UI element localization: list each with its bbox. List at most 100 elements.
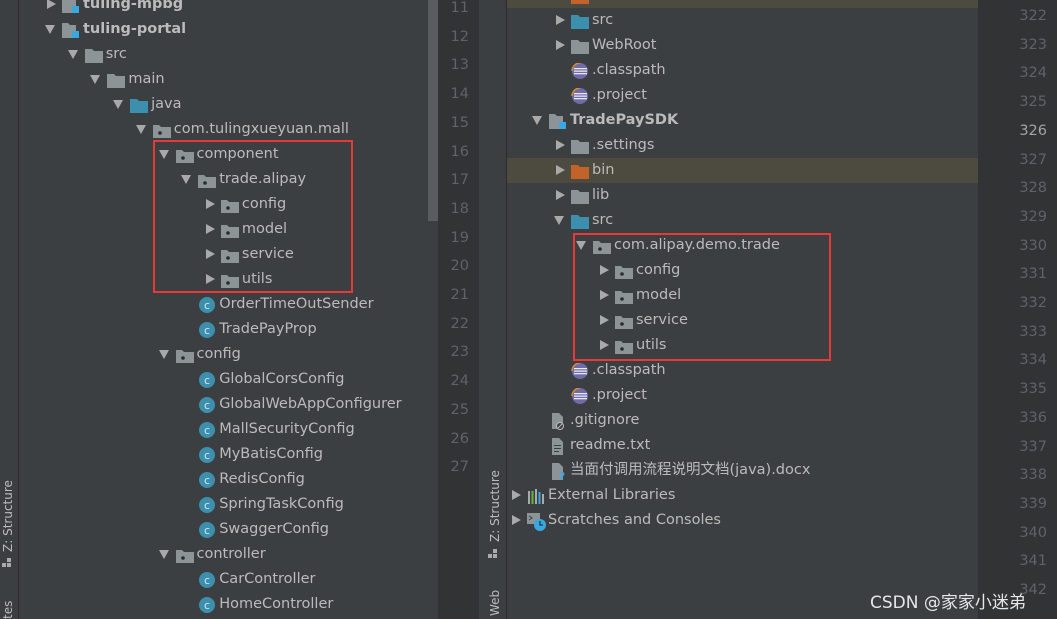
tree-node[interactable]: c SpringTaskConfig	[19, 492, 428, 517]
tree-node-label: SpringTaskConfig	[219, 496, 344, 512]
tree-node[interactable]: Scratches and Consoles	[507, 508, 978, 533]
expanded-arrow-icon[interactable]	[135, 125, 146, 134]
tree-node[interactable]: config	[19, 342, 428, 367]
tree-node-label: controller	[196, 546, 266, 562]
collapsed-arrow-icon[interactable]	[556, 165, 565, 175]
module-folder-icon	[62, 22, 80, 38]
line-number: 324	[1019, 65, 1047, 82]
structure-tool-tab[interactable]: Z: Structure	[488, 470, 502, 542]
tree-node[interactable]: src	[507, 208, 978, 233]
line-number: 14	[450, 86, 469, 103]
tree-node[interactable]: TradePaySDK	[507, 108, 978, 133]
tree-node[interactable]: c RedisConfig	[19, 467, 428, 492]
line-number: 329	[1019, 208, 1047, 225]
expanded-arrow-icon[interactable]	[554, 216, 564, 225]
class-icon: c	[198, 497, 216, 513]
expanded-arrow-icon[interactable]	[45, 25, 55, 34]
libraries-icon	[527, 488, 545, 504]
line-number: 334	[1019, 352, 1047, 369]
project-tree-left[interactable]: tuling-mpbg tuling-portal src main java com.t…	[19, 0, 428, 619]
collapsed-arrow-icon[interactable]	[556, 140, 565, 150]
tree-node[interactable]: .project	[507, 383, 978, 408]
eclipse-icon	[571, 62, 589, 79]
class-icon: c	[198, 297, 216, 313]
line-number: 325	[1019, 94, 1047, 111]
collapsed-arrow-icon[interactable]	[556, 15, 565, 25]
structure-icon[interactable]	[488, 549, 498, 559]
folder-icon	[84, 47, 103, 63]
line-number: 333	[1019, 323, 1047, 340]
tree-node[interactable]: com.tulingxueyuan.mall	[19, 117, 428, 142]
tree-node-label: .settings	[592, 137, 655, 153]
tree-node[interactable]: c SwaggerConfig	[19, 517, 428, 542]
line-number: 327	[1019, 151, 1047, 168]
line-number: 19	[450, 229, 469, 246]
tree-node[interactable]: External Libraries	[507, 483, 978, 508]
tree-node-label: MyBatisConfig	[219, 446, 323, 462]
tree-node[interactable]: src	[507, 8, 978, 33]
tree-node[interactable]: c OrderTimeOutSender	[19, 292, 428, 317]
collapsed-arrow-icon[interactable]	[556, 40, 565, 50]
left-editor-gutter: 11 12 13 14 15 16 17 18 19 20 21 22 23 24 25 26 27	[438, 0, 479, 619]
left-tree-scrollbar[interactable]	[428, 0, 438, 221]
line-number: 337	[1019, 438, 1047, 455]
favorites-tool-tab[interactable]: tes	[1, 601, 15, 619]
expanded-arrow-icon[interactable]	[532, 116, 542, 125]
source-folder-icon	[571, 13, 589, 29]
tree-node-label: src	[105, 46, 127, 62]
tree-node[interactable]: java	[19, 92, 428, 117]
line-number: 322	[1019, 8, 1047, 24]
tree-node[interactable]: c MyBatisConfig	[19, 442, 428, 467]
expanded-arrow-icon[interactable]	[67, 50, 78, 59]
class-icon: c	[198, 322, 216, 338]
tree-node[interactable]: readme.txt	[507, 433, 978, 458]
tree-node[interactable]: .classpath	[507, 358, 978, 383]
svg-text:c: c	[204, 374, 210, 387]
tree-node-label: tuling-mpbg	[83, 0, 184, 12]
tree-node[interactable]: .classpath	[507, 58, 978, 83]
tree-node-label: tuling-portal	[83, 21, 187, 37]
tree-node-label: Scratches and Consoles	[548, 512, 721, 528]
tree-node[interactable]: c GlobalCorsConfig	[19, 367, 428, 392]
tree-node[interactable]: .gitignore	[507, 408, 978, 433]
tree-node[interactable]: bin	[507, 0, 978, 8]
collapsed-arrow-icon[interactable]	[512, 515, 521, 525]
excluded-folder-icon	[571, 163, 589, 179]
expanded-arrow-icon[interactable]	[113, 100, 124, 109]
tree-node[interactable]: controller	[19, 542, 428, 567]
line-number: 22	[450, 315, 469, 332]
tree-node-label: com.tulingxueyuan.mall	[173, 121, 349, 137]
tree-node[interactable]: tuling-portal	[19, 17, 428, 42]
expanded-arrow-icon[interactable]	[158, 550, 169, 559]
tree-node[interactable]: WebRoot	[507, 33, 978, 58]
svg-text:?: ?	[559, 470, 565, 480]
tree-node[interactable]: main	[19, 67, 428, 92]
tree-node-label: config	[196, 346, 241, 362]
line-number: 336	[1019, 409, 1047, 426]
tree-node[interactable]: c TradePayProp	[19, 317, 428, 342]
package-icon	[152, 122, 171, 138]
tree-node[interactable]: c MallSecurityConfig	[19, 417, 428, 442]
expanded-arrow-icon[interactable]	[90, 75, 101, 84]
tree-node[interactable]: .settings	[507, 133, 978, 158]
scratches-icon	[527, 513, 546, 531]
structure-tool-tab[interactable]: Z: Structure	[1, 480, 15, 552]
line-number: 338	[1019, 467, 1047, 484]
tree-node[interactable]: tuling-mpbg	[19, 0, 428, 17]
expanded-arrow-icon[interactable]	[158, 350, 169, 359]
web-tool-tab[interactable]: Web	[488, 590, 502, 616]
collapsed-arrow-icon[interactable]	[47, 0, 56, 9]
tree-node[interactable]: .project	[507, 83, 978, 108]
collapsed-arrow-icon[interactable]	[512, 490, 521, 500]
svg-text:c: c	[204, 324, 210, 337]
tree-node[interactable]: c CarController	[19, 567, 428, 592]
tree-node[interactable]: src	[19, 42, 428, 67]
tree-node[interactable]: bin	[507, 158, 978, 183]
tree-node[interactable]: c HomeController	[19, 592, 428, 617]
tree-node[interactable]: c GlobalWebAppConfigurer	[19, 392, 428, 417]
right-tool-window-strip: Z: Structure Web	[479, 0, 507, 619]
tree-node[interactable]: ? 当面付调用流程说明文档(java).docx	[507, 458, 978, 483]
tree-node[interactable]: lib	[507, 183, 978, 208]
collapsed-arrow-icon[interactable]	[556, 190, 565, 200]
structure-icon[interactable]	[2, 558, 12, 568]
